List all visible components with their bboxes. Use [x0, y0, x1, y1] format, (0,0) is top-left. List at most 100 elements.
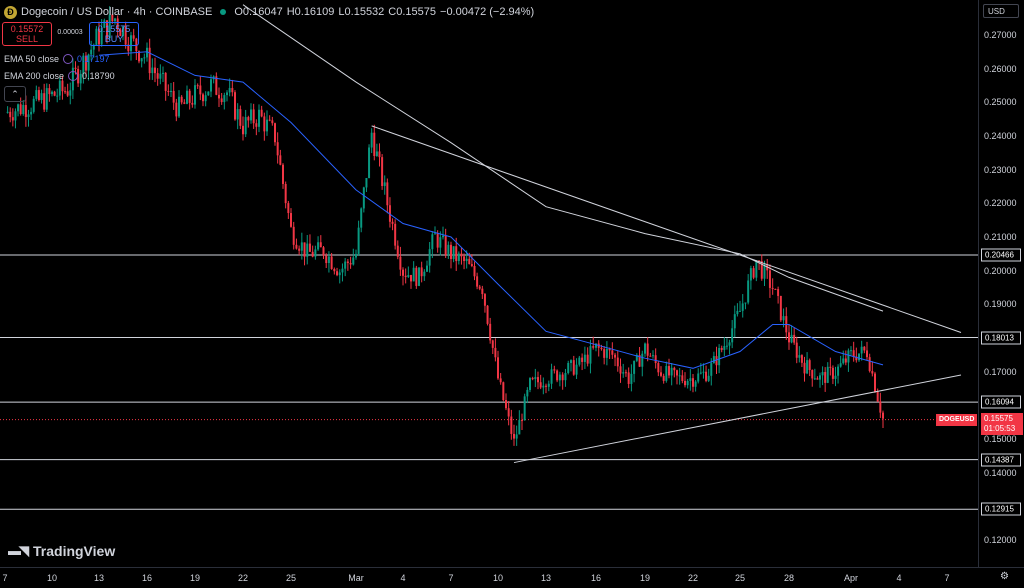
candle-body: [852, 350, 855, 357]
candle-body: [499, 378, 502, 383]
candle-body: [718, 347, 721, 366]
candle-body: [476, 276, 479, 287]
candle-body: [547, 383, 550, 387]
candle-body: [242, 125, 244, 135]
ema50-value: 0.17197: [77, 54, 110, 64]
candle-body: [614, 354, 617, 358]
level-price-label: 0.18013: [981, 331, 1021, 345]
candle-body: [175, 102, 178, 117]
candle-body: [882, 412, 884, 419]
time-axis[interactable]: [0, 567, 1024, 588]
dogecoin-logo-icon: Ð: [4, 5, 17, 19]
candle-body: [178, 96, 180, 117]
candle-body: [66, 91, 69, 96]
candle-body: [586, 354, 589, 364]
currency-selector[interactable]: USD: [983, 4, 1019, 18]
candle-body: [19, 104, 22, 115]
candle-body: [426, 265, 428, 272]
candle-body: [263, 116, 266, 132]
candle-body: [633, 360, 636, 374]
candle-body: [537, 377, 539, 383]
candle-body: [298, 248, 301, 251]
candle-body: [183, 102, 186, 104]
candle-body: [723, 346, 726, 350]
candle-body: [450, 244, 452, 260]
candle-body: [592, 346, 595, 348]
candle-body: [879, 401, 882, 413]
candle-body: [521, 420, 523, 422]
collapse-legend-button[interactable]: ⌃: [4, 86, 26, 102]
candle-body: [290, 213, 292, 227]
candle-body: [736, 310, 739, 315]
candle-body: [260, 109, 263, 117]
chart-header: Ð Dogecoin / US Dollar · 4h · COINBASE O…: [4, 4, 534, 20]
candle-body: [407, 274, 410, 278]
ema50-label: EMA 50 close: [4, 54, 60, 64]
candle-body: [370, 132, 373, 148]
candle-body: [239, 109, 242, 126]
candle-body: [513, 433, 515, 439]
candle-body: [322, 247, 325, 256]
candle-body: [627, 372, 630, 384]
price-chart[interactable]: [0, 0, 1024, 587]
candle-body: [330, 256, 333, 269]
candle-body: [660, 372, 662, 376]
sell-button[interactable]: 0.15572 SELL: [2, 22, 52, 46]
candle-body: [360, 208, 363, 228]
candle-body: [341, 268, 344, 273]
candle-body: [204, 95, 207, 102]
candle-body: [603, 349, 606, 358]
candle-body: [858, 353, 860, 361]
candle-body: [317, 242, 320, 250]
candle-body: [444, 235, 447, 255]
candle-body: [578, 357, 581, 365]
candle-body: [811, 370, 814, 379]
candle-body: [798, 355, 801, 358]
visibility-eye-icon[interactable]: [63, 54, 74, 64]
ema50-legend[interactable]: EMA 50 close 0.17197: [4, 54, 110, 64]
candle-body: [570, 360, 572, 363]
candle-body: [338, 272, 341, 276]
level-price-label: 0.14387: [981, 453, 1021, 467]
visibility-eye-icon[interactable]: [68, 71, 79, 81]
buy-label: BUY: [104, 34, 124, 44]
candle-body: [705, 371, 708, 381]
candle-body: [600, 347, 603, 350]
candle-body: [611, 350, 614, 355]
candle-body: [368, 147, 371, 179]
candle-body: [162, 72, 164, 74]
candle-body: [837, 366, 840, 376]
price-tick-label: 0.27000: [984, 30, 1017, 40]
candle-body: [428, 249, 431, 266]
candle-body: [349, 262, 352, 265]
candle-body: [747, 280, 750, 303]
candle-body: [668, 366, 670, 376]
candle-body: [279, 155, 282, 165]
candle-body: [381, 157, 384, 186]
candle-body: [455, 246, 458, 262]
candle-body: [844, 358, 847, 363]
candle-body: [676, 370, 678, 376]
candle-body: [325, 255, 328, 264]
price-scale[interactable]: [978, 0, 1024, 567]
ema200-legend[interactable]: EMA 200 close 0.18790: [4, 71, 115, 81]
candle-body: [252, 109, 255, 124]
candle-body: [518, 420, 521, 435]
buy-button[interactable]: 0.15575 BUY: [89, 22, 139, 46]
candle-body: [27, 114, 30, 118]
settings-gear-icon[interactable]: ⚙: [1000, 571, 1009, 582]
candle-body: [170, 90, 172, 92]
sell-label: SELL: [15, 34, 39, 44]
symbol-title[interactable]: Dogecoin / US Dollar · 4h · COINBASE: [21, 6, 212, 18]
candle-body: [741, 303, 744, 311]
candle-body: [223, 95, 226, 103]
market-open-status-icon: [220, 9, 227, 15]
candle-body: [644, 343, 646, 354]
candle-body: [365, 178, 368, 188]
time-tick-label: 25: [285, 573, 297, 583]
candle-body: [556, 370, 559, 381]
candle-body: [386, 182, 389, 206]
candle-body: [220, 98, 223, 103]
candle-body: [282, 164, 284, 184]
candle-body: [834, 375, 837, 379]
